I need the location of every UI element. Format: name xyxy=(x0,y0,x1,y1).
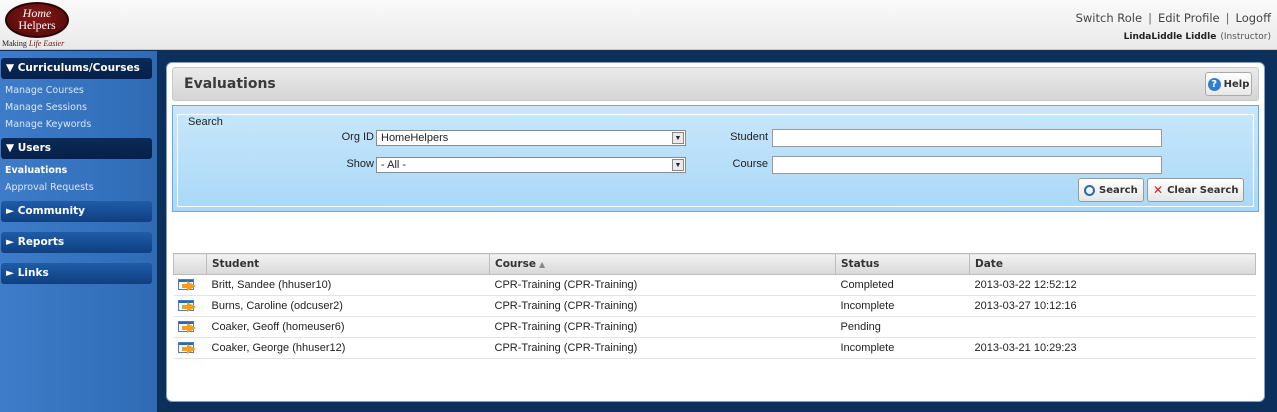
switch-role-link[interactable]: Switch Role xyxy=(1076,11,1142,25)
edit-profile-link[interactable]: Edit Profile xyxy=(1158,11,1220,25)
course-column-header[interactable]: Course ▲ xyxy=(489,253,836,275)
top-links: Switch Role | Edit Profile | Logoff xyxy=(1076,11,1271,25)
chevron-down-icon[interactable]: ▼ xyxy=(672,132,684,144)
clear-icon: ✕ xyxy=(1153,183,1164,197)
row-action-cell[interactable] xyxy=(173,274,207,296)
help-label: Help xyxy=(1223,78,1250,90)
sidebar-item-manage-courses[interactable]: Manage Courses xyxy=(5,82,157,99)
sidebar-section-users[interactable]: ▼ Users xyxy=(1,138,152,159)
table-row[interactable]: Coaker, Geoff (homeuser6) CPR-Training (… xyxy=(173,316,1256,338)
tagline-prefix: Making xyxy=(2,39,29,48)
search-legend: Search xyxy=(185,116,226,128)
status-cell: Pending xyxy=(835,316,970,338)
link-separator: | xyxy=(1225,11,1230,25)
status-cell: Incomplete xyxy=(835,295,970,317)
student-cell: Coaker, George (hhuser12) xyxy=(206,337,490,359)
table-row[interactable]: Coaker, George (hhuser12) CPR-Training (… xyxy=(173,337,1256,359)
course-header-label: Course xyxy=(495,258,536,270)
sidebar-item-manage-keywords[interactable]: Manage Keywords xyxy=(5,116,157,133)
chevron-down-icon[interactable]: ▼ xyxy=(672,159,684,171)
table-header-row: Student Course ▲ Status Date xyxy=(173,253,1256,275)
student-cell: Coaker, Geoff (homeuser6) xyxy=(206,316,490,338)
sidebar-section-links[interactable]: ► Links xyxy=(1,263,152,284)
sidebar-item-manage-sessions[interactable]: Manage Sessions xyxy=(5,99,157,116)
logo-line2: Helpers xyxy=(18,18,56,32)
user-role: (Instructor) xyxy=(1220,32,1271,42)
row-action-cell[interactable] xyxy=(173,316,207,338)
sidebar-section-curriculums[interactable]: ▼ Curriculums/Courses xyxy=(1,58,152,79)
student-input[interactable] xyxy=(772,129,1162,147)
date-column-header[interactable]: Date xyxy=(969,253,1256,275)
logo-oval: Home Helpers xyxy=(5,2,69,38)
open-evaluation-icon[interactable] xyxy=(177,342,200,355)
student-column-header[interactable]: Student xyxy=(206,253,490,275)
sidebar-section-reports[interactable]: ► Reports xyxy=(1,232,152,253)
status-column-header[interactable]: Status xyxy=(835,253,970,275)
row-action-cell[interactable] xyxy=(173,337,207,359)
show-value: - All - xyxy=(381,159,407,171)
evaluations-table: Student Course ▲ Status Date Britt, Sande… xyxy=(173,253,1256,359)
icon-column-header xyxy=(173,253,207,275)
table-row[interactable]: Burns, Caroline (odcuser2) CPR-Training … xyxy=(173,295,1256,317)
logo-tagline: Making Life Easier xyxy=(2,39,64,48)
show-select[interactable]: - All - ▼ xyxy=(376,157,686,173)
sidebar-item-evaluations[interactable]: Evaluations xyxy=(5,162,157,179)
status-cell: Completed xyxy=(835,274,970,296)
status-cell: Incomplete xyxy=(835,337,970,359)
date-cell: 2013-03-27 10:12:16 xyxy=(969,295,1256,317)
date-cell xyxy=(969,316,1256,338)
clear-search-label: Clear Search xyxy=(1167,184,1239,196)
course-cell: CPR-Training (CPR-Training) xyxy=(489,274,836,296)
course-label: Course xyxy=(732,158,768,170)
open-evaluation-icon[interactable] xyxy=(177,300,200,313)
org-id-select[interactable]: HomeHelpers ▼ xyxy=(376,130,686,146)
table-row[interactable]: Britt, Sandee (hhuser10) CPR-Training (C… xyxy=(173,274,1256,296)
search-button-label: Search xyxy=(1099,184,1138,196)
course-input[interactable] xyxy=(772,156,1162,174)
main-panel: Evaluations ? Help Search Org ID HomeHel… xyxy=(166,62,1265,402)
date-cell: 2013-03-22 12:52:12 xyxy=(969,274,1256,296)
open-evaluation-icon[interactable] xyxy=(177,279,200,292)
sort-ascending-icon: ▲ xyxy=(538,260,546,269)
course-cell: CPR-Training (CPR-Training) xyxy=(489,337,836,359)
show-label: Show xyxy=(346,158,374,170)
tagline-emph: Life Easier xyxy=(28,39,65,48)
help-icon: ? xyxy=(1207,77,1221,91)
search-button[interactable]: Search xyxy=(1078,178,1144,202)
open-evaluation-icon[interactable] xyxy=(177,321,200,334)
student-label: Student xyxy=(730,131,768,143)
sidebar-sub-users: Evaluations Approval Requests xyxy=(0,159,157,201)
student-cell: Burns, Caroline (odcuser2) xyxy=(206,295,490,317)
help-button[interactable]: ? Help xyxy=(1205,72,1252,96)
student-cell: Britt, Sandee (hhuser10) xyxy=(206,274,490,296)
user-info: LindaLiddle Liddle (Instructor) xyxy=(1124,32,1271,42)
logoff-link[interactable]: Logoff xyxy=(1236,11,1272,25)
search-icon xyxy=(1084,184,1095,196)
title-bar: Evaluations ? Help xyxy=(172,67,1259,101)
sidebar-sub-curriculums: Manage Courses Manage Sessions Manage Ke… xyxy=(0,79,157,138)
search-panel: Search Org ID HomeHelpers ▼ Show - All -… xyxy=(172,105,1259,212)
sidebar: ▼ Curriculums/Courses Manage Courses Man… xyxy=(0,51,157,412)
org-id-value: HomeHelpers xyxy=(381,132,449,144)
row-action-cell[interactable] xyxy=(173,295,207,317)
date-cell: 2013-03-21 10:29:23 xyxy=(969,337,1256,359)
page-title: Evaluations xyxy=(184,76,276,92)
course-cell: CPR-Training (CPR-Training) xyxy=(489,316,836,338)
search-fieldset: Search Org ID HomeHelpers ▼ Show - All -… xyxy=(177,114,1254,207)
home-helpers-logo[interactable]: Home Helpers Making Life Easier xyxy=(0,0,80,50)
course-cell: CPR-Training (CPR-Training) xyxy=(489,295,836,317)
user-name: LindaLiddle Liddle xyxy=(1123,32,1217,42)
link-separator: | xyxy=(1148,11,1152,25)
sidebar-section-community[interactable]: ► Community xyxy=(1,201,152,222)
top-header: Home Helpers Making Life Easier Switch R… xyxy=(0,0,1277,50)
clear-search-button[interactable]: ✕ Clear Search xyxy=(1147,178,1245,202)
sidebar-item-approval-requests[interactable]: Approval Requests xyxy=(5,179,157,196)
org-id-label: Org ID xyxy=(341,131,374,143)
